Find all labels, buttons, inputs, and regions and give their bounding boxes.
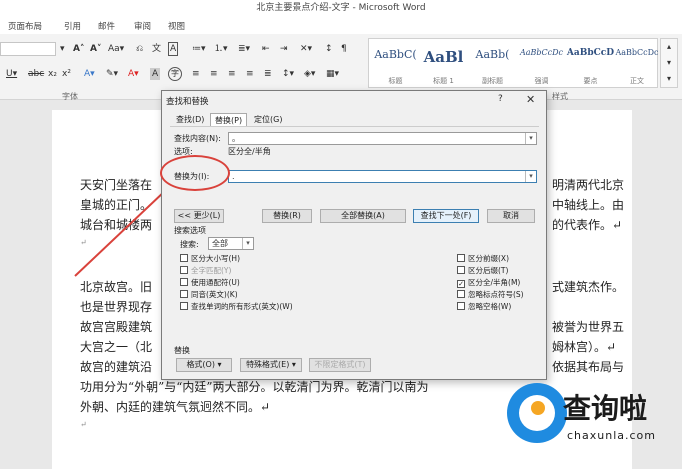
cancel-button[interactable]: 取消 bbox=[487, 209, 535, 223]
watermark-url: chaxunla.com bbox=[567, 429, 656, 442]
checkbox-box[interactable] bbox=[457, 302, 465, 310]
options-value: 区分全/半角 bbox=[228, 147, 271, 156]
find-next-button[interactable]: 查找下一处(F) bbox=[413, 209, 479, 223]
close-icon[interactable]: ✕ bbox=[526, 93, 535, 106]
checkbox-box[interactable] bbox=[180, 254, 188, 262]
replace-dropdown-icon[interactable]: ▾ bbox=[525, 171, 536, 182]
tab-goto[interactable]: 定位(G) bbox=[250, 113, 286, 127]
replace-all-button[interactable]: 全部替换(A) bbox=[320, 209, 406, 223]
checkbox-wildcards[interactable]: 使用通配符(U) bbox=[180, 278, 240, 288]
checkbox-ignore-punctuation[interactable]: 忽略标点符号(S) bbox=[457, 290, 524, 300]
find-dropdown-icon[interactable]: ▾ bbox=[525, 133, 536, 144]
checkbox-box[interactable] bbox=[180, 290, 188, 298]
checkbox-box[interactable] bbox=[457, 266, 465, 274]
checkbox-match-width[interactable]: ✓ 区分全/半角(M) bbox=[457, 278, 520, 288]
annotation-circle bbox=[160, 155, 230, 191]
checkbox-box[interactable] bbox=[180, 302, 188, 310]
watermark-brand: 查询啦 bbox=[563, 392, 648, 425]
logo-dot-icon bbox=[531, 401, 545, 415]
search-dropdown-icon[interactable]: ▾ bbox=[242, 238, 253, 249]
checkbox-ignore-space[interactable]: 忽略空格(W) bbox=[457, 302, 511, 312]
search-label: 搜索: bbox=[180, 240, 199, 249]
find-replace-dialog: 查找和替换 ? ✕ 查找(D) 替换(P) 定位(G) 查找内容(N): 。 ▾… bbox=[161, 90, 547, 380]
format-button[interactable]: 格式(O) ▾ bbox=[176, 358, 232, 372]
special-button[interactable]: 特殊格式(E) ▾ bbox=[240, 358, 302, 372]
checkbox-box[interactable] bbox=[457, 254, 465, 262]
checkbox-sounds-like[interactable]: 同音(英文)(K) bbox=[180, 290, 238, 300]
tab-replace[interactable]: 替换(P) bbox=[210, 113, 248, 127]
checkbox-match-suffix[interactable]: 区分后缀(T) bbox=[457, 266, 508, 276]
checkbox-match-prefix[interactable]: 区分前缀(X) bbox=[457, 254, 509, 264]
checkbox-box[interactable] bbox=[457, 290, 465, 298]
find-input[interactable]: 。 ▾ bbox=[228, 132, 537, 145]
tab-find[interactable]: 查找(D) bbox=[172, 113, 208, 127]
checkbox-match-case[interactable]: 区分大小写(H) bbox=[180, 254, 240, 264]
search-options-label: 搜索选项 bbox=[174, 226, 206, 235]
checkbox-all-word-forms[interactable]: 查找单词的所有形式(英文)(W) bbox=[180, 302, 293, 312]
checkbox-box bbox=[180, 266, 188, 274]
no-format-button: 不限定格式(T) bbox=[309, 358, 371, 372]
replace-button[interactable]: 替换(R) bbox=[262, 209, 312, 223]
search-direction-select[interactable]: 全部 ▾ bbox=[208, 237, 254, 250]
replace-input[interactable]: . ▾ bbox=[228, 170, 537, 183]
checkbox-box[interactable] bbox=[180, 278, 188, 286]
help-icon[interactable]: ? bbox=[498, 94, 503, 104]
replace-section-label: 替换 bbox=[174, 346, 190, 355]
dialog-title: 查找和替换 bbox=[166, 97, 209, 107]
checkbox-whole-word: 全字匹配(Y) bbox=[180, 266, 231, 276]
checkmark-icon[interactable]: ✓ bbox=[457, 280, 465, 288]
tab-panel-divider bbox=[170, 126, 539, 127]
less-button[interactable]: << 更少(L) bbox=[174, 209, 224, 223]
find-label: 查找内容(N): bbox=[174, 134, 221, 143]
watermark-logo: 查询啦 chaxunla.com bbox=[507, 377, 667, 453]
